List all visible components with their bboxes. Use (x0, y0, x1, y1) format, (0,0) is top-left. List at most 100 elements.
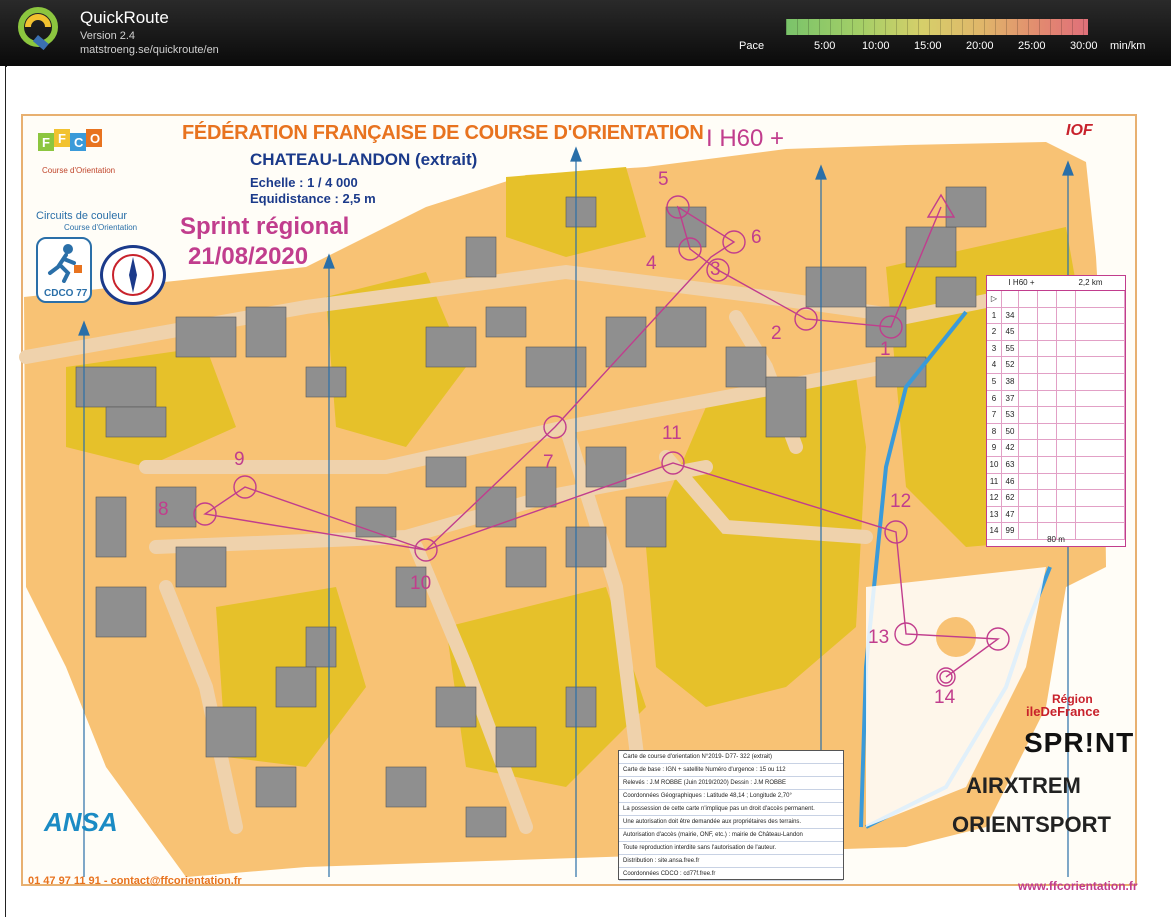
svg-text:O: O (90, 131, 100, 146)
cd-row: 9 42 (987, 440, 1125, 457)
ligue-compass-logo-icon (100, 245, 166, 305)
cdco-logo: CDCO 77 (36, 237, 92, 303)
cd-symbol-cell (1057, 423, 1076, 440)
control-number: 8 (158, 499, 169, 520)
cd-control-number: 12 (987, 490, 1002, 506)
control-number: 12 (890, 491, 912, 512)
cd-symbol-cell (1038, 324, 1057, 340)
app-title: QuickRoute (80, 8, 169, 27)
cd-row: 7 53 (987, 407, 1125, 424)
cd-symbol-cell (1057, 324, 1076, 340)
cd-symbol-cell (1057, 506, 1076, 523)
control-number: 7 (543, 452, 554, 473)
app-version: Version 2.4 (80, 30, 136, 42)
cd-control-code: 46 (1002, 473, 1019, 490)
cd-symbol-cell (1076, 456, 1125, 473)
cd-control-number: 2 (987, 324, 1002, 340)
control-number: 13 (868, 627, 890, 648)
iof-logo: IOF (1066, 122, 1093, 139)
cd-row: 10 63 (987, 456, 1125, 474)
cd-symbol-cell (1057, 373, 1076, 390)
event-name: Sprint régional (180, 213, 350, 240)
event-date: 21/08/2020 (188, 243, 309, 270)
cd-footer: 80 m (1047, 535, 1065, 544)
cd-symbol-cell (1057, 473, 1076, 490)
cd-symbol-cell (1076, 423, 1125, 440)
info-line: Autorisation d'accès (mairie, ONF, etc.)… (619, 829, 843, 842)
cd-symbol-cell (1038, 340, 1057, 357)
cd-control-number: 6 (987, 390, 1002, 407)
cd-symbol-cell (1019, 307, 1038, 324)
cd-symbol-cell (1019, 340, 1038, 357)
airxtrem-logo: AIRXTREM (966, 773, 1081, 798)
pace-label: Pace (739, 40, 765, 52)
control-number: 6 (751, 227, 762, 248)
cd-symbol-cell (1038, 490, 1057, 506)
cd-symbol-cell (1019, 473, 1038, 490)
control-number: 11 (662, 423, 682, 444)
cd-symbol-cell (1076, 407, 1125, 423)
pace-tick: 25:00 (1018, 40, 1046, 52)
cd-control-code: 50 (1002, 423, 1019, 440)
cd-control-number: 13 (987, 506, 1002, 523)
cd-control-number: 8 (987, 423, 1002, 440)
cd-control-number: 3 (987, 340, 1002, 357)
cd-header: I H60 + 2,2 km (987, 276, 1125, 291)
cd-symbol-cell (1076, 340, 1125, 357)
control-number: 1 (880, 339, 891, 360)
cd-symbol-cell (1057, 390, 1076, 407)
cd-row: 11 46 (987, 473, 1125, 491)
cd-symbol-cell (1076, 506, 1125, 523)
cd-symbol-cell (1019, 440, 1038, 456)
app-url[interactable]: matstroeng.se/quickroute/en (80, 44, 219, 56)
info-line: Carte de base : IGN + satellite Numéro d… (619, 764, 843, 777)
cd-symbol-cell (1076, 373, 1125, 390)
info-line: Carte de course d'orientation N°2019- D7… (619, 751, 843, 764)
pace-gradient-grid (786, 19, 1088, 35)
cd-symbol-cell (1019, 357, 1038, 373)
cd-symbol-cell (1076, 473, 1125, 490)
pace-tick: 15:00 (914, 40, 942, 52)
orienteering-map[interactable]: 1 2 3 4 5 6 7 8 9 10 11 12 13 14 FÉDÉRAT… (6, 67, 1171, 917)
pace-tick: 5:00 (814, 40, 836, 52)
cd-control-code: 52 (1002, 357, 1019, 373)
cd-symbol-cell (1076, 307, 1125, 324)
cd-control-code: 53 (1002, 407, 1019, 423)
course-class: I H60 + (706, 125, 785, 152)
svg-text:F: F (58, 131, 66, 146)
cd-row: 4 52 (987, 357, 1125, 374)
cd-control-number: 7 (987, 407, 1002, 423)
cd-symbol-cell (1038, 390, 1057, 407)
cd-symbol-cell (1019, 324, 1038, 340)
cd-symbol-cell (1076, 357, 1125, 373)
cd-symbol-cell (1038, 307, 1057, 324)
circuits-sublabel: Course d'Orientation (64, 223, 138, 232)
cd-symbol-cell (1019, 456, 1038, 473)
quickroute-header: QuickRoute Version 2.4 matstroeng.se/qui… (0, 0, 1171, 66)
sprint-logo: SPR!NT (1024, 727, 1135, 758)
control-number: 14 (934, 687, 956, 708)
cd-symbol-cell (1057, 456, 1076, 473)
cd-row: 5 38 (987, 373, 1125, 391)
cd-control-code: 38 (1002, 373, 1019, 390)
cd-symbol-cell (1019, 390, 1038, 407)
region-logo-line2: ileDeFrance (1026, 704, 1100, 719)
cd-control-code: 47 (1002, 506, 1019, 523)
cd-symbol-cell (1019, 506, 1038, 523)
cd-control-code: 34 (1002, 307, 1019, 324)
info-line: Relevés : J.M ROBBE (Juin 2019/2020) Des… (619, 777, 843, 790)
cd-symbol-cell (1019, 423, 1038, 440)
cd-symbol-cell (1076, 490, 1125, 506)
cd-control-number: 4 (987, 357, 1002, 373)
contact-line: 01 47 97 11 91 - contact@ffcorientation.… (28, 875, 242, 887)
cd-row: 3 55 (987, 340, 1125, 358)
control-description-sheet: I H60 + 2,2 km ▷ 1 34 2 45 3 55 4 52 5 38 6 37 7 53 8 5… (986, 275, 1126, 547)
cd-symbol-cell (1038, 440, 1057, 456)
cd-control-code: 55 (1002, 340, 1019, 357)
cd-row: 2 45 (987, 324, 1125, 341)
cd-start-row: ▷ (987, 291, 1125, 308)
map-name: CHATEAU-LANDON (extrait) (250, 150, 478, 169)
cd-symbol-cell (1019, 490, 1038, 506)
cd-control-code: 37 (1002, 390, 1019, 407)
cd-symbol-cell (1057, 440, 1076, 456)
